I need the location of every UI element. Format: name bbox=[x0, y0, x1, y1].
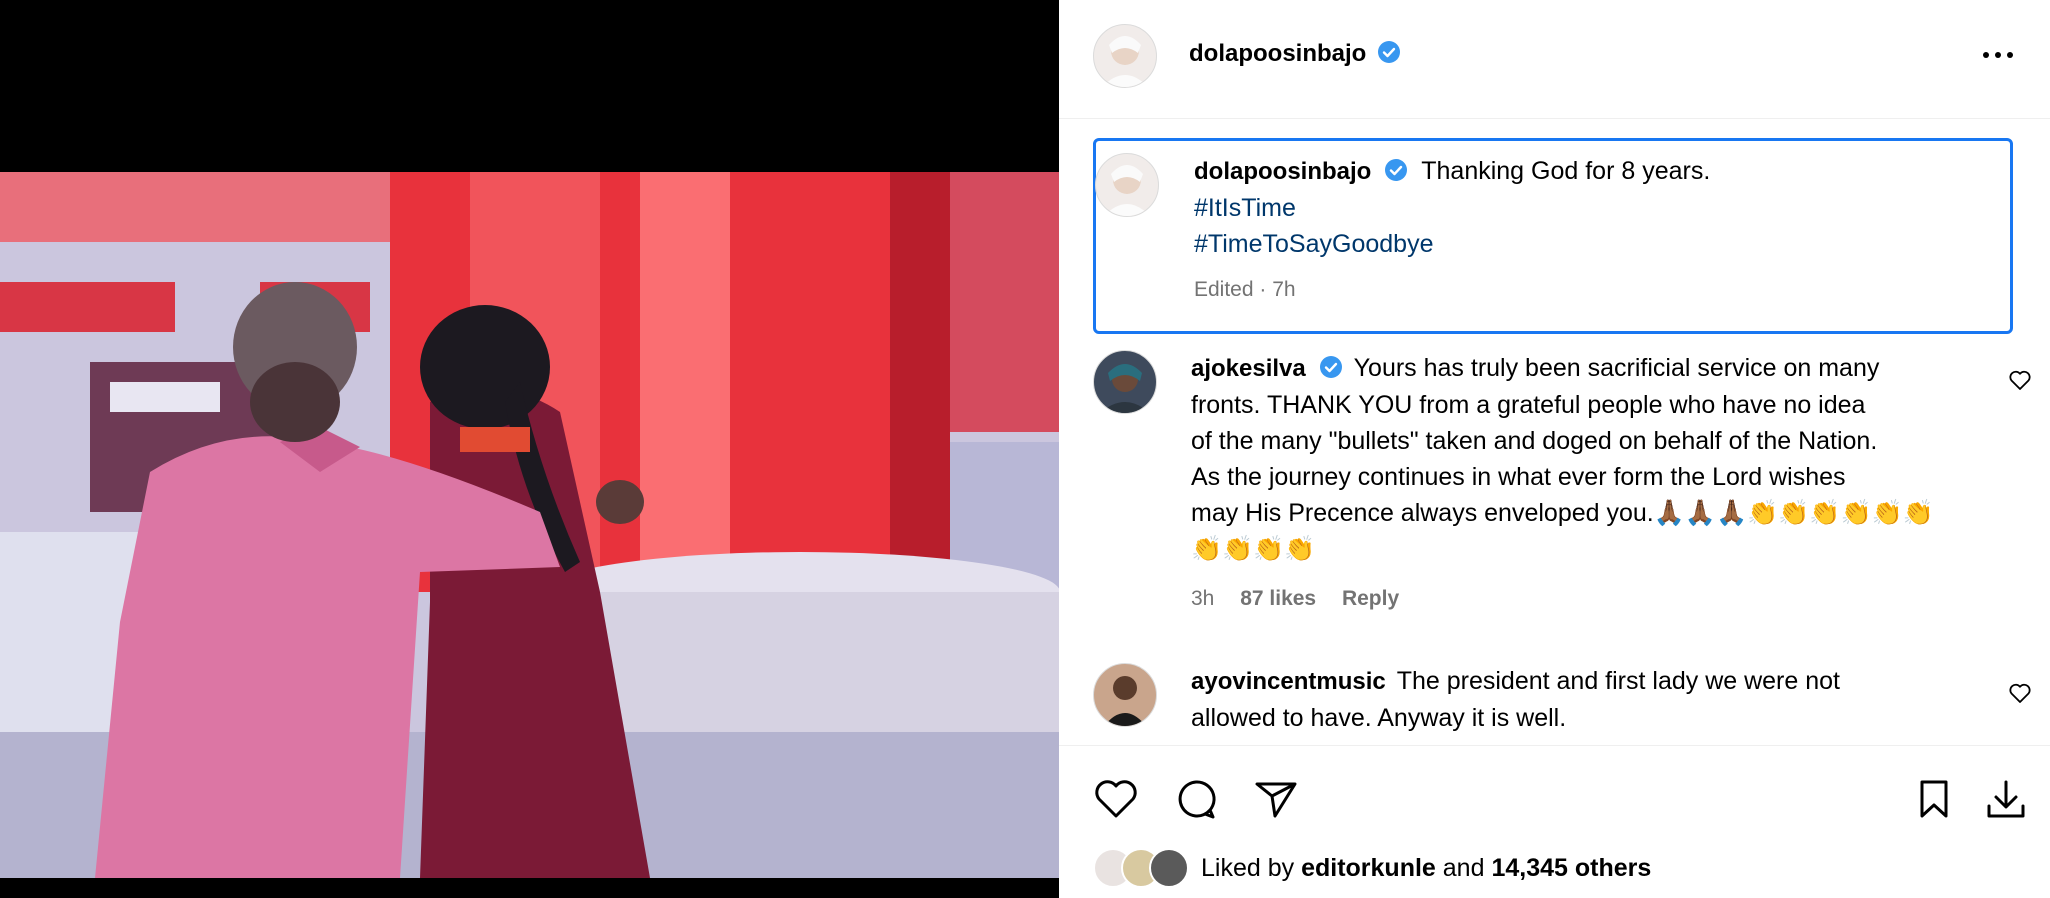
more-options-icon[interactable] bbox=[1978, 40, 2018, 70]
comment-text: allowed to have. Anyway it is well. bbox=[1191, 704, 1567, 732]
comment-text: fronts. THANK YOU from a grateful people… bbox=[1191, 391, 1866, 419]
comment-like-icon[interactable] bbox=[2008, 368, 2032, 392]
caption-author-avatar[interactable] bbox=[1095, 153, 1159, 217]
bookmark-icon[interactable] bbox=[1909, 774, 1959, 824]
liked-by-user[interactable]: editorkunle bbox=[1301, 854, 1436, 882]
post-panel: dolapoosinbajo dolapoosinbajo Thanking G… bbox=[1059, 0, 2050, 898]
reply-button[interactable]: Reply bbox=[1342, 587, 1399, 610]
liker-avatar bbox=[1149, 848, 1189, 888]
post-caption: dolapoosinbajo Thanking God for 8 years.… bbox=[1093, 138, 2013, 334]
caption-text: Thanking God for 8 years. bbox=[1421, 157, 1711, 185]
comment-like-icon[interactable] bbox=[2008, 681, 2032, 705]
comment-text: As the journey continues in what ever fo… bbox=[1191, 463, 1846, 491]
hashtag-link[interactable]: #TimeToSayGoodbye bbox=[1194, 226, 1994, 262]
liked-by-count[interactable]: 14,345 others bbox=[1491, 854, 1651, 882]
liked-by-prefix: Liked by bbox=[1201, 854, 1295, 882]
comment-text: Yours has truly been sacrificial service… bbox=[1353, 354, 1880, 382]
post-media bbox=[0, 0, 1059, 898]
liked-by-middle: and bbox=[1442, 854, 1485, 882]
caption-username[interactable]: dolapoosinbajo bbox=[1194, 158, 1371, 185]
verified-icon bbox=[1377, 41, 1400, 63]
comment-text: The president and first lady we were not bbox=[1396, 667, 1840, 695]
comment-text: 👏👏👏👏 bbox=[1191, 535, 1316, 563]
commenter-username[interactable]: ayovincentmusic bbox=[1191, 668, 1386, 695]
comment-bubble-icon[interactable] bbox=[1171, 774, 1221, 824]
download-icon[interactable] bbox=[1981, 774, 2031, 824]
paper-plane-icon[interactable] bbox=[1251, 774, 1301, 824]
action-bar bbox=[1059, 745, 2050, 836]
commenter-avatar[interactable] bbox=[1093, 663, 1157, 727]
heart-icon[interactable] bbox=[1091, 774, 1141, 824]
commenter-username[interactable]: ajokesilva bbox=[1191, 355, 1306, 382]
verified-icon bbox=[1319, 356, 1342, 378]
photo-illustration bbox=[0, 172, 1059, 878]
caption-timestamp: Edited · 7h bbox=[1194, 278, 1296, 301]
hashtag-link[interactable]: #ItIsTime bbox=[1194, 190, 1994, 226]
comment-likes[interactable]: 87 likes bbox=[1240, 587, 1316, 610]
comment-text: may His Precence always enveloped you.🙏🏾… bbox=[1191, 499, 1934, 527]
post-photo[interactable] bbox=[0, 172, 1059, 878]
verified-icon bbox=[1385, 159, 1408, 181]
author-avatar[interactable] bbox=[1093, 24, 1157, 88]
post-header: dolapoosinbajo bbox=[1059, 0, 2050, 119]
commenter-avatar[interactable] bbox=[1093, 350, 1157, 414]
author-username[interactable]: dolapoosinbajo bbox=[1189, 40, 1366, 67]
comment-time: 3h bbox=[1191, 587, 1215, 610]
comment-text: of the many "bullets" taken and doged on… bbox=[1191, 427, 1878, 455]
